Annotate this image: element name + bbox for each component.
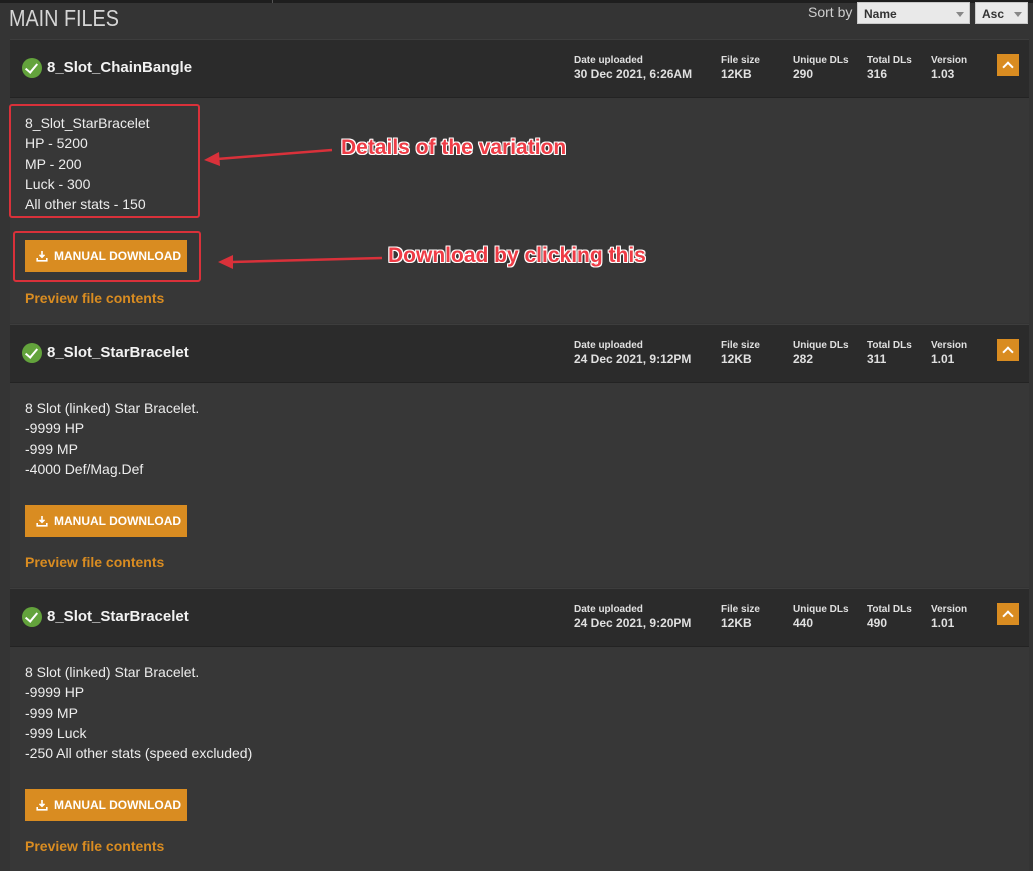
stat-label: Version (931, 604, 968, 615)
stat-label: Unique DLs (793, 604, 849, 615)
download-annotation: Download by clicking this (388, 244, 646, 267)
stat-label: Date uploaded (574, 604, 643, 615)
sort-field-value: Name (864, 7, 897, 21)
check-circle-icon (22, 607, 42, 627)
description-line: -250 All other stats (speed excluded) (25, 745, 253, 762)
stat-value: 30 Dec 2021, 6:26AM (574, 67, 693, 81)
stat-label: File size (721, 340, 760, 351)
file-name: 8_Slot_ChainBangle (47, 59, 193, 76)
collapse-button[interactable] (997, 54, 1019, 76)
stat-label: Unique DLs (793, 55, 849, 66)
stat-value: 1.01 (931, 616, 955, 630)
stat-size: File size 12KB (721, 340, 760, 366)
check-circle-icon (22, 58, 42, 78)
stat-label: Total DLs (867, 604, 912, 615)
stat-version: Version 1.03 (931, 55, 967, 81)
stat-label: Total DLs (867, 340, 912, 351)
details-highlight-box (9, 104, 200, 218)
stat-version: Version 1.01 (931, 340, 967, 366)
check-circle-icon (22, 343, 42, 363)
download-icon (36, 800, 48, 811)
file-description: 8 Slot (linked) Star Bracelet. -9999 HP … (25, 398, 199, 479)
stat-value: 316 (867, 67, 888, 81)
description-line: -999 Luck (25, 724, 87, 741)
stat-total: Total DLs 316 (867, 55, 912, 81)
stat-size: File size 12KB (721, 604, 760, 630)
stat-label: Version (931, 340, 968, 351)
sort-label: Sort by (808, 4, 853, 20)
stat-value: 12KB (721, 352, 752, 366)
file-header[interactable]: 8_Slot_StarBracelet Date uploaded 24 Dec… (10, 588, 1029, 647)
files-header: MAIN FILES Sort by Name Asc (0, 0, 1033, 40)
stat-label: Unique DLs (793, 340, 849, 351)
stat-unique: Unique DLs 290 (793, 55, 849, 81)
stat-label: Date uploaded (574, 55, 643, 66)
chevron-down-icon (1014, 12, 1022, 17)
file-name: 8_Slot_StarBracelet (47, 344, 189, 361)
file-name: 8_Slot_StarBracelet (47, 608, 189, 625)
description-line: 8 Slot (linked) Star Bracelet. (25, 400, 200, 416)
file-description: 8 Slot (linked) Star Bracelet. -9999 HP … (25, 662, 252, 763)
file-header[interactable]: 8_Slot_StarBracelet Date uploaded 24 Dec… (10, 324, 1029, 383)
preview-file-link[interactable]: Preview file contents (25, 838, 164, 854)
description-line: -999 MP (25, 704, 78, 721)
file-body: 8 Slot (linked) Star Bracelet. -9999 HP … (10, 383, 1029, 587)
download-label: MANUAL DOWNLOAD (54, 514, 182, 528)
download-highlight-box (13, 231, 201, 282)
description-line: -9999 HP (25, 420, 85, 437)
stat-value: 24 Dec 2021, 9:12PM (574, 352, 692, 366)
stat-label: Total DLs (867, 55, 912, 66)
sort-order-value: Asc (982, 7, 1005, 21)
stat-unique: Unique DLs 440 (793, 604, 849, 630)
preview-file-link[interactable]: Preview file contents (25, 554, 164, 570)
stat-value: 1.03 (931, 67, 955, 81)
stat-value: 24 Dec 2021, 9:20PM (574, 616, 692, 630)
file-body: 8 Slot (linked) Star Bracelet. -9999 HP … (10, 647, 1029, 871)
stat-value: 290 (793, 67, 814, 81)
stat-label: Version (931, 55, 968, 66)
sort-field-select[interactable]: Name (857, 2, 970, 24)
chevron-down-icon (956, 12, 964, 17)
description-line: -999 MP (25, 440, 78, 457)
description-line: -9999 HP (25, 684, 85, 701)
stat-value: 12KB (721, 616, 752, 630)
stat-date: Date uploaded 24 Dec 2021, 9:20PM (574, 604, 691, 630)
download-icon (36, 516, 48, 527)
download-label: MANUAL DOWNLOAD (54, 798, 182, 812)
stat-version: Version 1.01 (931, 604, 967, 630)
stat-value: 490 (867, 616, 888, 630)
description-line: 8 Slot (linked) Star Bracelet. (25, 664, 200, 680)
stat-size: File size 12KB (721, 55, 760, 81)
file-header[interactable]: 8_Slot_ChainBangle Date uploaded 30 Dec … (10, 39, 1029, 98)
stat-total: Total DLs 311 (867, 340, 912, 366)
stat-value: 440 (793, 616, 814, 630)
collapse-button[interactable] (997, 603, 1019, 625)
stat-value: 12KB (721, 67, 752, 81)
preview-file-link[interactable]: Preview file contents (25, 290, 164, 306)
collapse-button[interactable] (997, 339, 1019, 361)
details-annotation: Details of the variation (341, 136, 567, 159)
stat-value: 1.01 (931, 352, 955, 366)
sort-order-select[interactable]: Asc (975, 2, 1028, 24)
manual-download-button[interactable]: MANUAL DOWNLOAD (25, 505, 187, 537)
stat-unique: Unique DLs 282 (793, 340, 849, 366)
stat-date: Date uploaded 24 Dec 2021, 9:12PM (574, 340, 691, 366)
stat-label: File size (721, 55, 760, 66)
stat-value: 311 (867, 352, 887, 366)
stat-label: Date uploaded (574, 340, 643, 351)
description-line: -4000 Def/Mag.Def (25, 460, 144, 477)
stat-value: 282 (793, 352, 814, 366)
manual-download-button[interactable]: MANUAL DOWNLOAD (25, 789, 187, 821)
stat-total: Total DLs 490 (867, 604, 912, 630)
stat-label: File size (721, 604, 760, 615)
stat-date: Date uploaded 30 Dec 2021, 6:26AM (574, 55, 692, 81)
section-title: MAIN FILES (9, 5, 119, 31)
